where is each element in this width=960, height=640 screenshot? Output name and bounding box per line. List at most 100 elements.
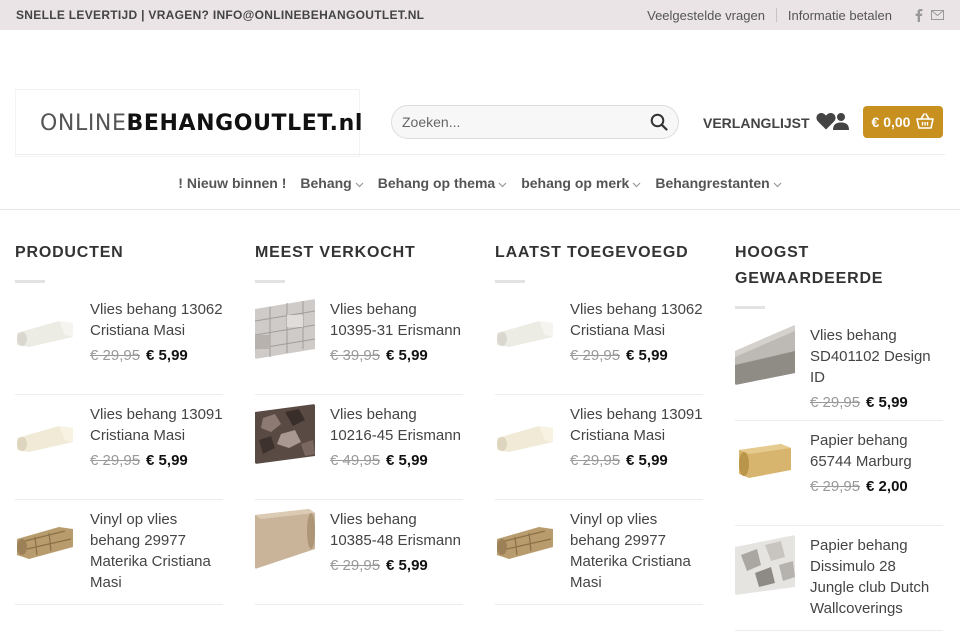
product-thumbnail[interactable] [255,404,315,464]
product-name-link[interactable]: Vlies behang 13091 Cristiana Masi [570,404,703,446]
product-thumbnail[interactable] [735,535,795,595]
product-thumbnail[interactable] [735,430,795,490]
nav-item-behang-op-merk[interactable]: behang op merk [521,175,641,191]
product-name-link[interactable]: Vlies behang 10385-48 Erismann [330,509,463,551]
product-item[interactable]: Papier behang 65744 Marburg € 29,95 € 2,00 [735,430,943,526]
product-name-link[interactable]: Vlies behang 13062 Cristiana Masi [90,299,223,341]
product-thumbnail[interactable] [15,509,75,569]
old-price: € 29,95 [810,478,861,495]
column-title: MEEST VERKOCHT [255,244,416,261]
column-title: PRODUCTEN [15,244,124,261]
product-column: PRODUCTEN Vlies behang 13062 Cristiana Ma… [15,240,223,640]
title-divider [15,280,45,283]
chevron-down-icon [773,175,782,191]
product-info: Vlies behang 10216-45 Erismann € 49,95 € 5… [330,404,463,491]
nav-item-label: Behangrestanten [655,174,770,191]
product-item[interactable]: Vlies behang 10216-45 Erismann € 49,95 € 5… [255,404,463,500]
search-bar [391,105,679,139]
product-item[interactable]: Vlies behang 13062 Cristiana Masi € 29,95… [495,299,703,395]
social-icons [915,8,944,22]
basket-icon [916,112,935,132]
old-price: € 29,95 [810,394,861,411]
wishlist-link[interactable]: VERLANGLIJST [703,112,836,133]
sale-price: € 2,00 [866,478,908,495]
product-name-link[interactable]: Vinyl op vlies behang 29977 Materika Cri… [90,509,223,593]
product-item[interactable]: Vinyl op vlies behang 29977 Materika Cri… [15,509,223,605]
product-name-link[interactable]: Vlies behang 10395-31 Erismann [330,299,463,341]
sale-price: € 5,99 [386,452,428,469]
sale-price: € 5,99 [626,452,668,469]
logo-text-online: ONLINE [40,110,127,136]
email-icon[interactable] [931,10,944,20]
product-name-link[interactable]: Papier behang 65744 Marburg [810,430,943,472]
product-info: Papier behang Dissimulo 28 Jungle club D… [810,535,943,622]
product-price: € 29,95 € 5,99 [330,557,463,574]
product-thumbnail[interactable] [735,325,795,385]
product-item[interactable]: Vlies behang 13091 Cristiana Masi € 29,95… [15,404,223,500]
nav-item-behangrestanten[interactable]: Behangrestanten [655,174,782,191]
product-item[interactable]: Vlies behang 13062 Cristiana Masi € 29,95… [15,299,223,395]
product-thumbnail[interactable] [495,509,555,569]
old-price: € 39,95 [330,347,381,364]
old-price: € 29,95 [570,452,621,469]
product-thumbnail[interactable] [255,299,315,359]
column-title: HOOGST GEWAARDEERDE [735,244,884,287]
product-name-link[interactable]: Papier behang Dissimulo 28 Jungle club D… [810,535,943,619]
product-thumbnail[interactable] [15,404,75,464]
header: ONLINEBEHANGOUTLET.nl VERLANGLIJST € 0,0… [0,30,960,156]
product-thumbnail[interactable] [495,404,555,464]
product-item[interactable]: Vinyl op vlies behang 29977 Materika Cri… [495,509,703,605]
chevron-down-icon [355,175,364,191]
product-item[interactable]: Vlies behang SD401102 Design ID € 29,95 € … [735,325,943,421]
product-name-link[interactable]: Vinyl op vlies behang 29977 Materika Cri… [570,509,703,593]
product-info: Vinyl op vlies behang 29977 Materika Cri… [570,509,703,596]
product-name-link[interactable]: Vlies behang 10216-45 Erismann [330,404,463,446]
title-divider [735,306,765,309]
account-icon[interactable] [832,112,850,135]
product-item[interactable]: Vlies behang 10395-31 Erismann € 39,95 € 5… [255,299,463,395]
nav-item-label: Behang op thema [377,174,496,191]
search-icon[interactable] [650,113,668,131]
product-thumbnail[interactable] [255,509,315,569]
product-price: € 29,95 € 5,99 [570,347,703,364]
facebook-icon[interactable] [915,8,923,22]
old-price: € 29,95 [570,347,621,364]
product-item[interactable]: Vlies behang 10385-48 Erismann € 29,95 € 5… [255,509,463,605]
product-info: Vlies behang 13091 Cristiana Masi € 29,95… [570,404,703,491]
top-bar: SNELLE LEVERTIJD | VRAGEN? INFO@ONLINEBE… [0,0,960,30]
sale-price: € 5,99 [866,394,908,411]
search-input[interactable] [402,114,650,130]
sale-price: € 5,99 [386,347,428,364]
product-name-link[interactable]: Vlies behang 13062 Cristiana Masi [570,299,703,341]
nav-item-behang-op-thema[interactable]: Behang op thema [378,175,507,191]
old-price: € 29,95 [90,347,141,364]
product-column: HOOGST GEWAARDEERDE Vlies behang SD401102… [735,240,943,640]
product-price: € 29,95 € 5,99 [90,452,223,469]
product-name-link[interactable]: Vlies behang 13091 Cristiana Masi [90,404,223,446]
product-price: € 29,95 € 5,99 [90,347,223,364]
chevron-down-icon [632,175,641,191]
product-info: Vlies behang 10385-48 Erismann € 29,95 € 5… [330,509,463,596]
product-price: € 29,95 € 2,00 [810,478,943,495]
product-name-link[interactable]: Vlies behang SD401102 Design ID [810,325,943,388]
nav-item-label: behang op merk [521,174,630,191]
product-info: Vlies behang 10395-31 Erismann € 39,95 € 5… [330,299,463,386]
product-thumbnail[interactable] [495,299,555,359]
nav-item-nieuw-binnen[interactable]: ! Nieuw binnen ! [178,175,286,191]
cart-button[interactable]: € 0,00 [863,106,943,138]
topbar-links: Veelgestelde vragen Informatie betalen [636,8,944,23]
payment-info-link[interactable]: Informatie betalen [777,8,903,23]
faq-link[interactable]: Veelgestelde vragen [636,8,776,23]
site-logo[interactable]: ONLINE BEHANGOUTLET.nl [16,90,362,156]
nav-divider [0,209,960,210]
old-price: € 49,95 [330,452,381,469]
old-price: € 29,95 [90,452,141,469]
product-price: € 29,95 € 5,99 [810,394,943,411]
product-info: Vlies behang 13091 Cristiana Masi € 29,95… [90,404,223,491]
product-info: Vlies behang SD401102 Design ID € 29,95 € … [810,325,943,412]
nav-item-behang[interactable]: Behang [300,175,364,191]
product-thumbnail[interactable] [15,299,75,359]
product-price: € 39,95 € 5,99 [330,347,463,364]
product-item[interactable]: Vlies behang 13091 Cristiana Masi € 29,95… [495,404,703,500]
product-item[interactable]: Papier behang Dissimulo 28 Jungle club D… [735,535,943,631]
